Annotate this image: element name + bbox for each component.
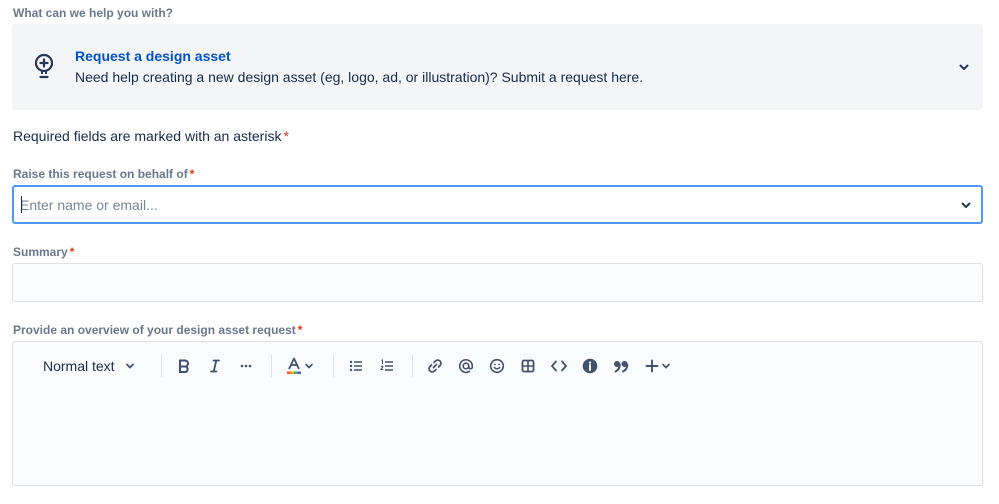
- text-color-icon: [286, 357, 302, 375]
- bullet-list-button[interactable]: [347, 356, 365, 376]
- info-panel-button[interactable]: [581, 356, 599, 376]
- toolbar-divider: [161, 355, 162, 377]
- text-style-label: Normal text: [43, 358, 115, 374]
- overview-label: Provide an overview of your design asset…: [13, 323, 302, 337]
- editor-content-area[interactable]: [13, 390, 982, 485]
- request-type-card[interactable]: Request a design asset Need help creatin…: [12, 24, 983, 110]
- toolbar-divider: [333, 355, 334, 377]
- chevron-down-icon: [304, 361, 314, 371]
- text-color-button[interactable]: [285, 356, 315, 376]
- text-cursor: [21, 196, 22, 213]
- link-button[interactable]: [426, 356, 444, 376]
- summary-input[interactable]: [12, 263, 983, 302]
- required-asterisk: *: [283, 128, 289, 144]
- required-asterisk: *: [69, 245, 75, 259]
- toolbar-divider: [271, 355, 272, 377]
- emoji-button[interactable]: [488, 356, 506, 376]
- chevron-down-icon[interactable]: [959, 198, 973, 212]
- quote-icon: [613, 359, 629, 373]
- bullet-list-icon: [349, 359, 363, 373]
- overview-editor[interactable]: Normal text: [12, 341, 983, 486]
- info-icon: [582, 358, 598, 374]
- summary-label-text: Summary: [13, 245, 68, 259]
- link-icon: [427, 358, 443, 374]
- insert-more-button[interactable]: [643, 356, 673, 376]
- table-icon: [521, 359, 535, 373]
- bold-icon: [177, 359, 191, 373]
- request-form: What can we help you with? Request a des…: [0, 0, 999, 504]
- smiley-icon: [489, 358, 505, 374]
- italic-icon: [208, 359, 222, 373]
- code-icon: [551, 359, 567, 373]
- behalf-label-text: Raise this request on behalf of: [13, 167, 188, 181]
- italic-button[interactable]: [206, 356, 224, 376]
- toolbar-divider: [412, 355, 413, 377]
- summary-label: Summary *: [13, 245, 74, 259]
- lightbulb-icon: [32, 52, 58, 82]
- required-asterisk: *: [189, 167, 195, 181]
- request-type-title[interactable]: Request a design asset: [75, 48, 231, 64]
- code-button[interactable]: [550, 356, 568, 376]
- chevron-down-icon: [124, 360, 136, 372]
- behalf-input[interactable]: [20, 187, 920, 222]
- quote-button[interactable]: [612, 356, 630, 376]
- bold-button[interactable]: [175, 356, 193, 376]
- text-style-dropdown[interactable]: Normal text: [43, 356, 141, 376]
- more-icon: [239, 359, 253, 373]
- at-icon: [458, 358, 474, 374]
- request-type-description: Need help creating a new design asset (e…: [75, 69, 644, 85]
- required-note-text: Required fields are marked with an aster…: [13, 128, 282, 144]
- numbered-list-button[interactable]: [378, 356, 396, 376]
- behalf-label: Raise this request on behalf of *: [13, 167, 194, 181]
- required-asterisk: *: [297, 323, 303, 337]
- table-button[interactable]: [519, 356, 537, 376]
- numbered-list-icon: [380, 359, 394, 373]
- required-fields-note: Required fields are marked with an aster…: [13, 128, 289, 144]
- more-formatting-button[interactable]: [237, 356, 255, 376]
- editor-toolbar: Normal text: [13, 342, 982, 390]
- overview-label-text: Provide an overview of your design asset…: [13, 323, 296, 337]
- request-type-section-label: What can we help you with?: [13, 6, 174, 20]
- chevron-down-icon[interactable]: [957, 60, 971, 74]
- behalf-select[interactable]: [12, 185, 983, 224]
- chevron-down-icon: [661, 361, 671, 371]
- plus-icon: [645, 359, 659, 373]
- mention-button[interactable]: [457, 356, 475, 376]
